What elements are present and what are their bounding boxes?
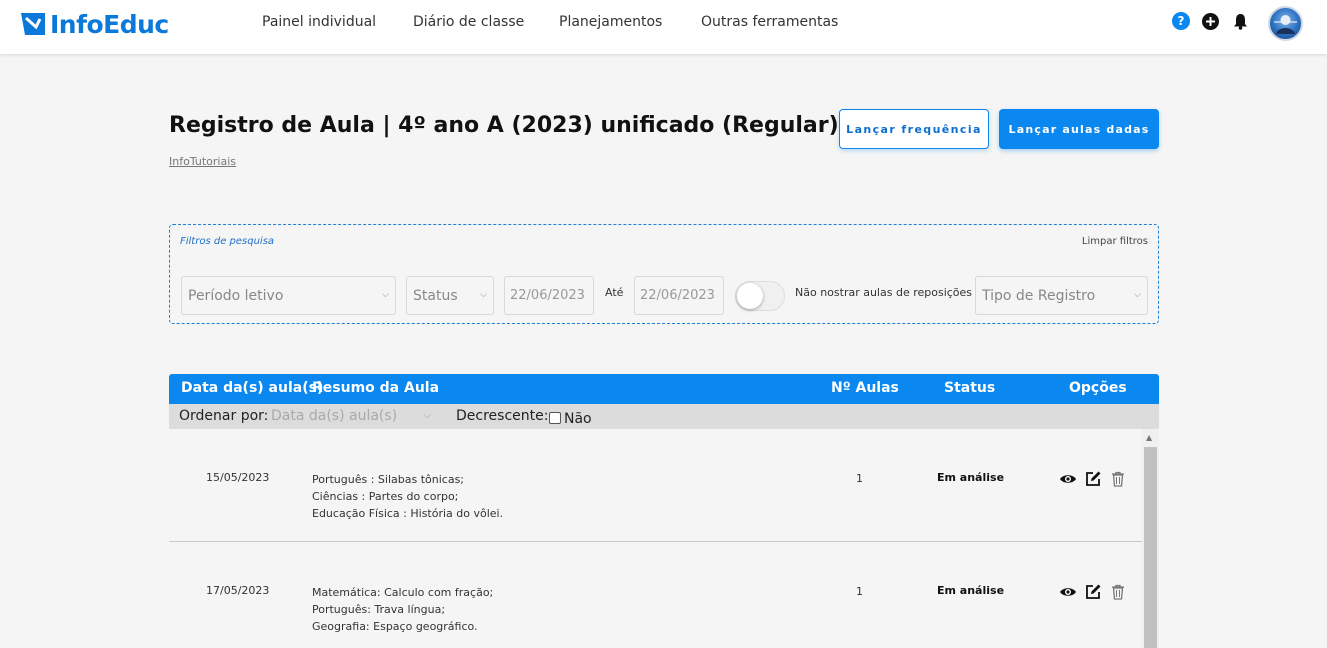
row-status: Em análise [937,471,1005,484]
descending-checkbox[interactable] [549,412,561,424]
chevron-down-icon: ⌵ [1134,290,1141,300]
table-header: Data da(s) aula(s) Resumo da Aula Nº Aul… [169,374,1159,404]
date-to-input[interactable]: 22/06/2023 [634,276,724,315]
summary-line: Português : Silabas tônicas; [312,473,465,486]
top-navbar: InfoEduc Painel individual Diário de cla… [0,0,1327,54]
row-date: 17/05/2023 [206,584,270,597]
col-header-summary: Resumo da Aula [312,380,440,396]
row-count: 1 [856,585,863,598]
help-glyph: ? [1177,14,1185,28]
edit-icon[interactable] [1084,583,1102,601]
chevron-down-icon: ⌵ [424,411,431,421]
col-header-status: Status [944,380,996,396]
col-header-options: Opções [1069,380,1127,396]
chevron-down-icon: ⌵ [480,290,487,300]
sort-bar: Ordenar por: Data da(s) aula(s) ⌵ Decres… [169,404,1159,429]
row-status: Em análise [937,584,1005,597]
nav-outras-ferramentas[interactable]: Outras ferramentas [701,14,838,30]
periodo-letivo-value: Período letivo [188,287,284,304]
tipo-de-registro-select[interactable]: Tipo de Registro ⌵ [975,276,1148,315]
summary-line: Educação Física : História do vôlei. [312,507,504,520]
delete-trash-icon[interactable] [1109,470,1127,488]
sort-field-select[interactable]: Data da(s) aula(s) [271,408,397,424]
tipo-de-registro-value: Tipo de Registro [982,287,1096,304]
status-value: Status [413,287,458,304]
nav-planejamentos[interactable]: Planejamentos [559,14,662,30]
row-count: 1 [856,472,863,485]
lancar-aulas-dadas-button[interactable]: Lançar aulas dadas [999,109,1159,149]
brand-name: InfoEduc [50,9,169,39]
row-summary: Português : Silabas tônicas; Ciências : … [312,471,503,522]
summary-line: Matemática: Calculo com fração; [312,586,494,599]
filters-title: Filtros de pesquisa [180,236,275,247]
nav-painel-individual[interactable]: Painel individual [262,14,376,30]
delete-trash-icon[interactable] [1109,583,1127,601]
summary-line: Ciências : Partes do corpo; [312,490,459,503]
row-summary: Matemática: Calculo com fração; Portuguê… [312,584,493,635]
table-row: 17/05/2023 Matemática: Calculo com fraçã… [169,542,1142,648]
plus-icon [1206,17,1215,26]
filters-panel: Filtros de pesquisa Limpar filtros Perío… [169,224,1159,324]
info-tutoriais-link[interactable]: InfoTutoriais [169,155,236,168]
descending-label: Decrescente: [456,408,549,424]
status-select[interactable]: Status ⌵ [406,276,494,315]
scroll-thumb[interactable] [1144,447,1157,648]
table-scrollbar[interactable]: ▲ [1142,429,1159,648]
chevron-down-icon: ⌵ [382,290,389,300]
row-date: 15/05/2023 [206,471,270,484]
view-eye-icon[interactable] [1059,470,1077,488]
help-icon[interactable]: ? [1172,12,1190,30]
hide-replacement-toggle[interactable] [735,281,785,311]
logo-mark-icon [21,13,45,35]
until-label: Até [605,286,624,299]
edit-icon[interactable] [1084,470,1102,488]
table-row: 15/05/2023 Português : Silabas tônicas; … [169,429,1142,542]
add-circle-icon[interactable] [1202,13,1219,30]
lancar-frequencia-button[interactable]: Lançar frequência [839,109,989,149]
summary-line: Português: Trava língua; [312,603,446,616]
col-header-date: Data da(s) aula(s) [181,380,324,396]
col-header-count: Nº Aulas [831,380,899,396]
page-title: Registro de Aula | 4º ano A (2023) unifi… [169,113,839,138]
toggle-knob [737,283,763,309]
date-from-input[interactable]: 22/06/2023 [504,276,594,315]
bell-icon[interactable] [1233,13,1248,30]
descending-value-label: Não [564,411,592,427]
clear-filters-link[interactable]: Limpar filtros [1082,236,1148,247]
scroll-up-arrow-icon[interactable]: ▲ [1146,433,1152,442]
table-body: 15/05/2023 Português : Silabas tônicas; … [169,429,1159,648]
summary-line: Geografia: Espaço geográfico. [312,620,478,633]
avatar-image-icon [1274,15,1297,34]
periodo-letivo-select[interactable]: Período letivo ⌵ [181,276,396,315]
view-eye-icon[interactable] [1059,583,1077,601]
user-avatar[interactable] [1268,6,1303,41]
nav-diario-de-classe[interactable]: Diário de classe [413,14,524,30]
sort-by-label: Ordenar por: [179,408,269,424]
brand-logo[interactable]: InfoEduc [20,9,169,39]
hide-replacement-label: Não nostrar aulas de reposições [795,286,973,299]
